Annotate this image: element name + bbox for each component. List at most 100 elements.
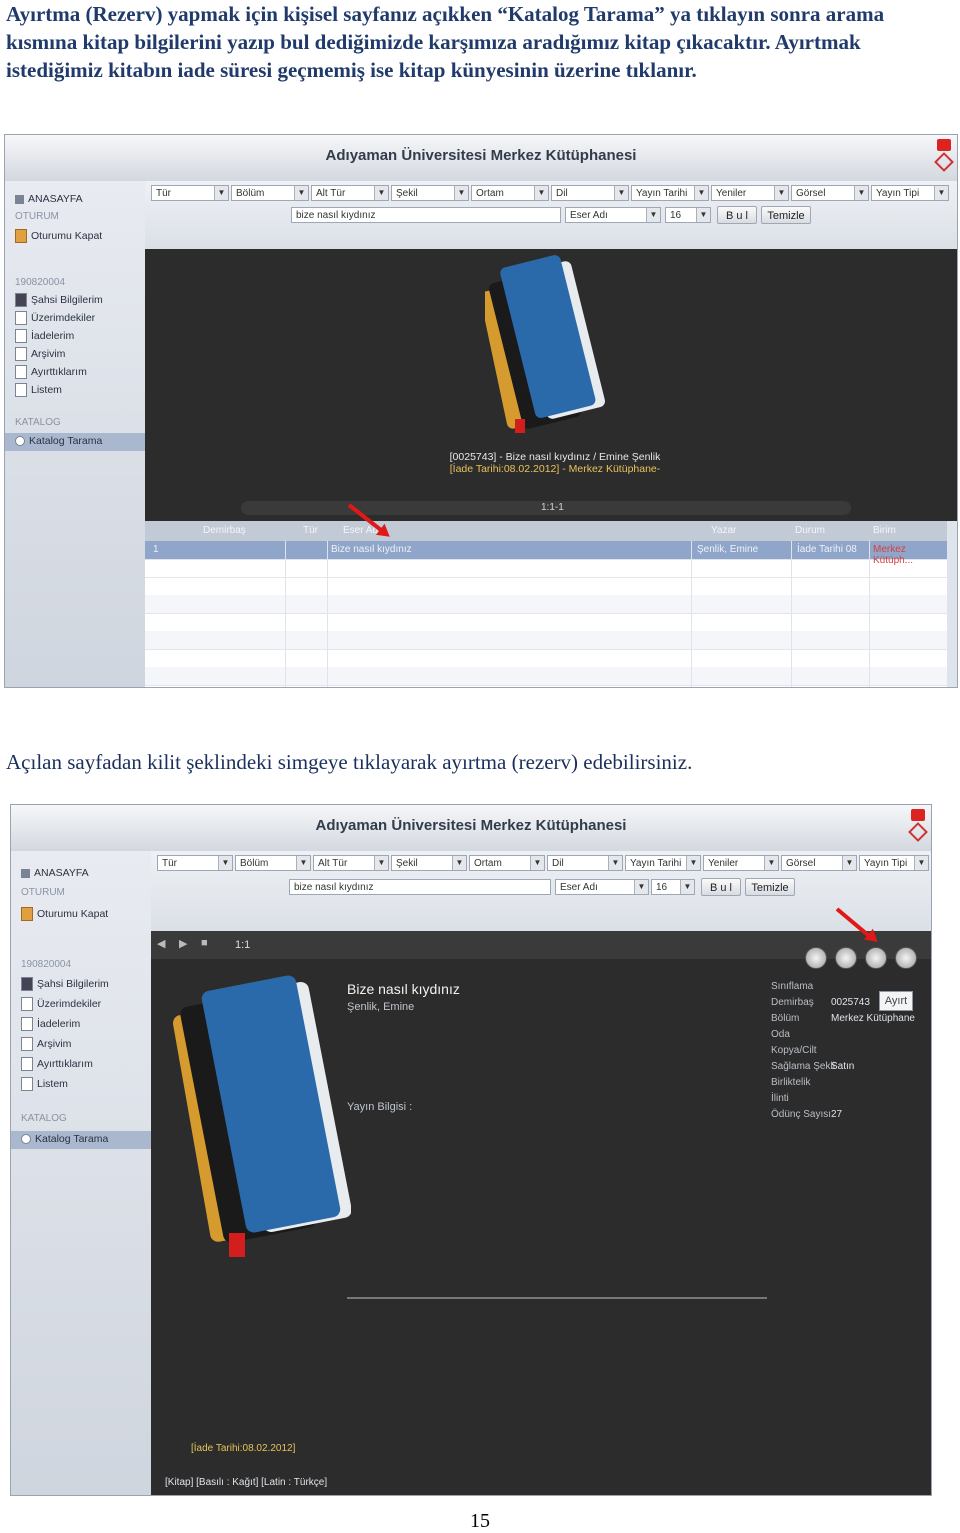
grid-col-header[interactable]: Durum <box>795 525 825 536</box>
sidebar-item-list[interactable]: Listem <box>15 383 62 397</box>
filter-visual[interactable]: Görsel ▼ <box>791 185 869 201</box>
sidebar-home[interactable]: ANASAYFA <box>21 867 89 879</box>
chevron-down-icon: ▼ <box>696 208 710 222</box>
filter-publish-date[interactable]: Yayın Tarihi ▼ <box>631 185 709 201</box>
divider-line <box>347 1297 767 1299</box>
view-icon[interactable] <box>805 947 827 969</box>
sidebar-item-archive[interactable]: Arşivim <box>21 1037 71 1051</box>
table-row[interactable]: 1 Bize nasıl kıydınız Şenlik, Emine İade… <box>145 541 947 566</box>
filter-label: Yeniler <box>716 188 747 199</box>
book-caption[interactable]: [0025743] - Bize nasıl kıydınız / Emine … <box>385 451 725 475</box>
label-demirbas: Demirbaş <box>771 997 814 1008</box>
chevron-down-icon: ▼ <box>934 186 948 200</box>
filter-publish-type[interactable]: Yayın Tipi ▼ <box>871 185 949 201</box>
grid-col-header[interactable]: Birim <box>873 525 896 536</box>
chevron-down-icon: ▼ <box>454 186 468 200</box>
chevron-down-icon: ▼ <box>646 208 660 222</box>
sidebar-item-on-me[interactable]: Üzerimdekiler <box>21 997 101 1011</box>
flag-icon <box>937 139 951 151</box>
filter-medium[interactable]: Ortam ▼ <box>471 185 549 201</box>
person-icon <box>15 293 27 307</box>
value-acquisition: Satın <box>831 1061 855 1072</box>
sidebar-item-on-me[interactable]: Üzerimdekiler <box>15 311 95 325</box>
grid-col-header[interactable]: Tür <box>303 525 318 536</box>
reserve-button[interactable]: Ayırt <box>879 991 913 1011</box>
filter-new[interactable]: Yeniler ▼ <box>711 185 789 201</box>
filter-subtype[interactable]: Alt Tür ▼ <box>311 185 389 201</box>
page-number: 15 <box>470 1510 490 1532</box>
sidebar-section-session: OTURUM <box>15 211 59 222</box>
search-icon <box>21 1134 31 1145</box>
grid-col-header[interactable]: Demirbaş <box>203 525 246 536</box>
caption-line-1: [0025743] - Bize nasıl kıydınız / Emine … <box>449 451 661 463</box>
next-icon[interactable]: ▶ <box>179 937 187 950</box>
filter-subtype[interactable]: Alt Tür ▼ <box>313 855 389 871</box>
filter-language[interactable]: Dil ▼ <box>547 855 623 871</box>
sidebar-home-label: ANASAYFA <box>28 193 83 205</box>
filter-publish-type[interactable]: Yayın Tipi ▼ <box>859 855 929 871</box>
book-author: Şenlik, Emine <box>347 1001 415 1013</box>
page-icon <box>21 1017 33 1031</box>
filter-department[interactable]: Bölüm ▼ <box>235 855 311 871</box>
delete-icon[interactable] <box>835 947 857 969</box>
sidebar-item-archive[interactable]: Arşivim <box>15 347 65 361</box>
publish-info-label: Yayın Bilgisi : <box>347 1101 413 1113</box>
chevron-down-icon: ▼ <box>374 856 388 870</box>
result-count-select[interactable]: 16 ▼ <box>665 207 711 223</box>
table-row <box>145 595 947 614</box>
sidebar-home[interactable]: ANASAYFA <box>15 193 83 205</box>
results-grid: Demirbaş Tür Eser Adı Yazar Durum Birim … <box>145 521 947 687</box>
sidebar-item-returns[interactable]: İadelerim <box>15 329 74 343</box>
sidebar-item-list[interactable]: Listem <box>21 1077 68 1091</box>
sidebar-item-label: Ayırttıklarım <box>37 1057 93 1070</box>
find-button[interactable]: B u l <box>717 206 757 224</box>
sidebar-item-catalog-search[interactable]: Katalog Tarama <box>15 435 102 447</box>
sidebar-item-catalog-search[interactable]: Katalog Tarama <box>21 1133 108 1145</box>
sidebar-logout[interactable]: Oturumu Kapat <box>21 907 108 921</box>
result-count-select[interactable]: 16 ▼ <box>651 879 695 895</box>
search-field-select[interactable]: Eser Adı ▼ <box>565 207 661 223</box>
search-input[interactable]: bize nasıl kıydınız <box>289 879 551 895</box>
chevron-down-icon: ▼ <box>452 856 466 870</box>
chevron-down-icon: ▼ <box>614 186 628 200</box>
sidebar-item-reservations[interactable]: Ayırttıklarım <box>15 365 87 379</box>
filter-visual[interactable]: Görsel ▼ <box>781 855 857 871</box>
app-header: Adıyaman Üniversitesi Merkez Kütüphanesi <box>5 135 957 182</box>
sidebar-item-personal[interactable]: Şahsi Bilgilerim <box>21 977 109 991</box>
field-label: Eser Adı <box>570 210 608 221</box>
row-title[interactable]: Bize nasıl kıydınız <box>331 544 412 555</box>
page-icon <box>21 1037 33 1051</box>
filter-type[interactable]: Tür ▼ <box>151 185 229 201</box>
filter-department[interactable]: Bölüm ▼ <box>231 185 309 201</box>
sidebar: ANASAYFA OTURUM Oturumu Kapat 190820004 … <box>11 851 152 1495</box>
filter-new[interactable]: Yeniler ▼ <box>703 855 779 871</box>
sidebar-item-reservations[interactable]: Ayırttıklarım <box>21 1057 93 1071</box>
sidebar-item-returns[interactable]: İadelerim <box>21 1017 80 1031</box>
filter-type[interactable]: Tür ▼ <box>157 855 233 871</box>
sidebar-logout[interactable]: Oturumu Kapat <box>15 229 102 243</box>
filter-language[interactable]: Dil ▼ <box>551 185 629 201</box>
search-field-select[interactable]: Eser Adı ▼ <box>555 879 649 895</box>
grid-divider <box>691 541 692 687</box>
filter-publish-date[interactable]: Yayın Tarihi ▼ <box>625 855 701 871</box>
lock-icon <box>15 229 27 243</box>
chevron-down-icon: ▼ <box>296 856 310 870</box>
sidebar-item-label: Katalog Tarama <box>35 1133 109 1145</box>
filter-medium[interactable]: Ortam ▼ <box>469 855 545 871</box>
filter-shape[interactable]: Şekil ▼ <box>391 855 467 871</box>
clear-button[interactable]: Temizle <box>761 206 811 224</box>
download-icon[interactable] <box>895 947 917 969</box>
sidebar-item-personal[interactable]: Şahsi Bilgilerim <box>15 293 103 307</box>
filter-shape[interactable]: Şekil ▼ <box>391 185 469 201</box>
book-cover-panel: [0025743] - Bize nasıl kıydınız / Emine … <box>145 249 957 521</box>
find-button[interactable]: B u l <box>701 878 741 896</box>
prev-icon[interactable]: ◀ <box>157 937 165 950</box>
lock-reserve-icon[interactable] <box>865 947 887 969</box>
stop-icon[interactable]: ■ <box>201 937 208 949</box>
sidebar-item-label: Şahsi Bilgilerim <box>31 293 103 306</box>
grid-col-header[interactable]: Yazar <box>711 525 736 536</box>
search-input[interactable]: bize nasıl kıydınız <box>291 207 561 223</box>
field-label: Eser Adı <box>560 882 598 893</box>
filter-label: Tür <box>156 188 171 199</box>
clear-button[interactable]: Temizle <box>745 878 795 896</box>
